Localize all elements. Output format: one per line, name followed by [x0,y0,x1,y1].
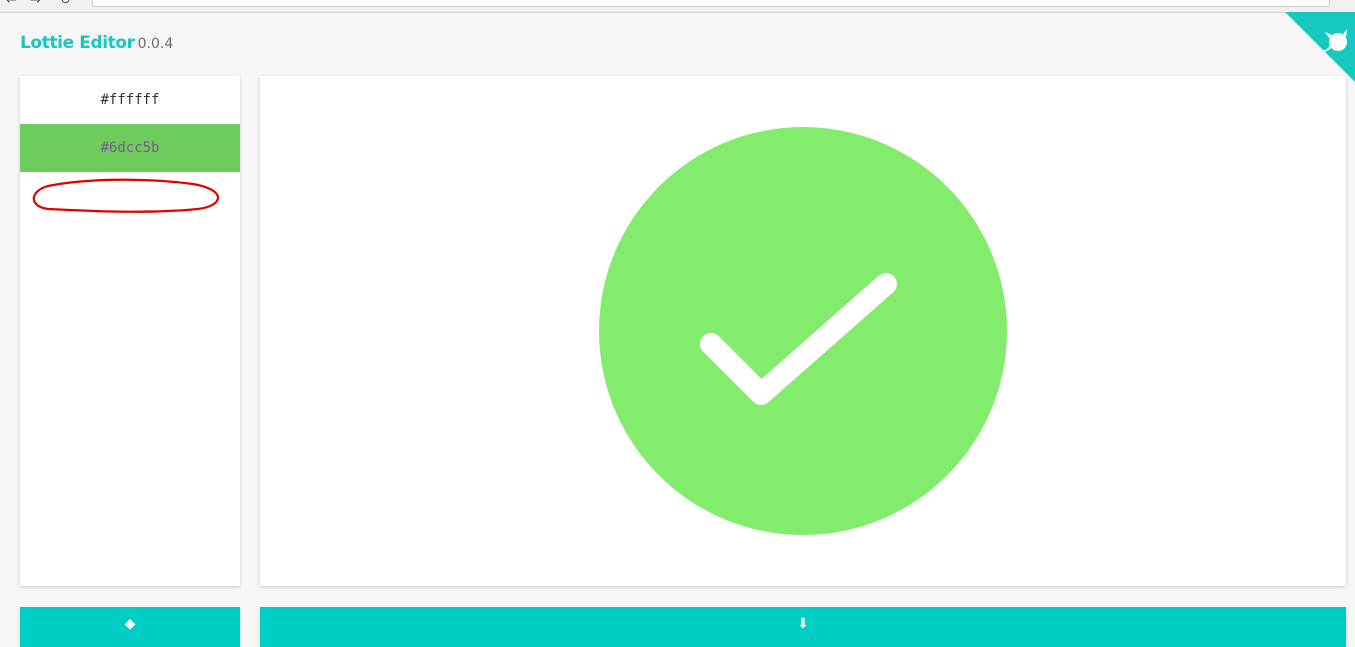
animation-canvas [599,127,1007,535]
github-corner-link[interactable] [1285,12,1355,82]
address-bar[interactable]: ⧉ [92,0,1330,7]
red-annotation-scribble [32,178,219,213]
download-icon: ⬇ [797,616,809,632]
extension-icon[interactable]: ⧉ [1314,0,1321,2]
app-brand: Lottie Editor 0.0.4 [20,33,173,53]
forward-arrow-icon[interactable]: → [30,0,41,8]
color-item-ffffff[interactable]: #ffffff [20,76,240,124]
reload-icon[interactable]: ↻ [60,0,71,8]
layers-button[interactable]: ◆ [20,607,240,647]
app-version: 0.0.4 [137,36,174,52]
layers-icon: ◆ [124,616,136,632]
download-button[interactable]: ⬇ [260,607,1346,647]
color-list-panel: #ffffff #6dcc5b [20,76,240,586]
browser-toolbar: ← → ↻ ⧉ [0,0,1355,13]
color-item-6dcc5b[interactable]: #6dcc5b [20,124,240,172]
back-arrow-icon[interactable]: ← [6,0,17,8]
app-title: Lottie Editor [20,33,135,53]
animation-preview-panel [260,76,1346,586]
success-circle [599,127,1007,535]
